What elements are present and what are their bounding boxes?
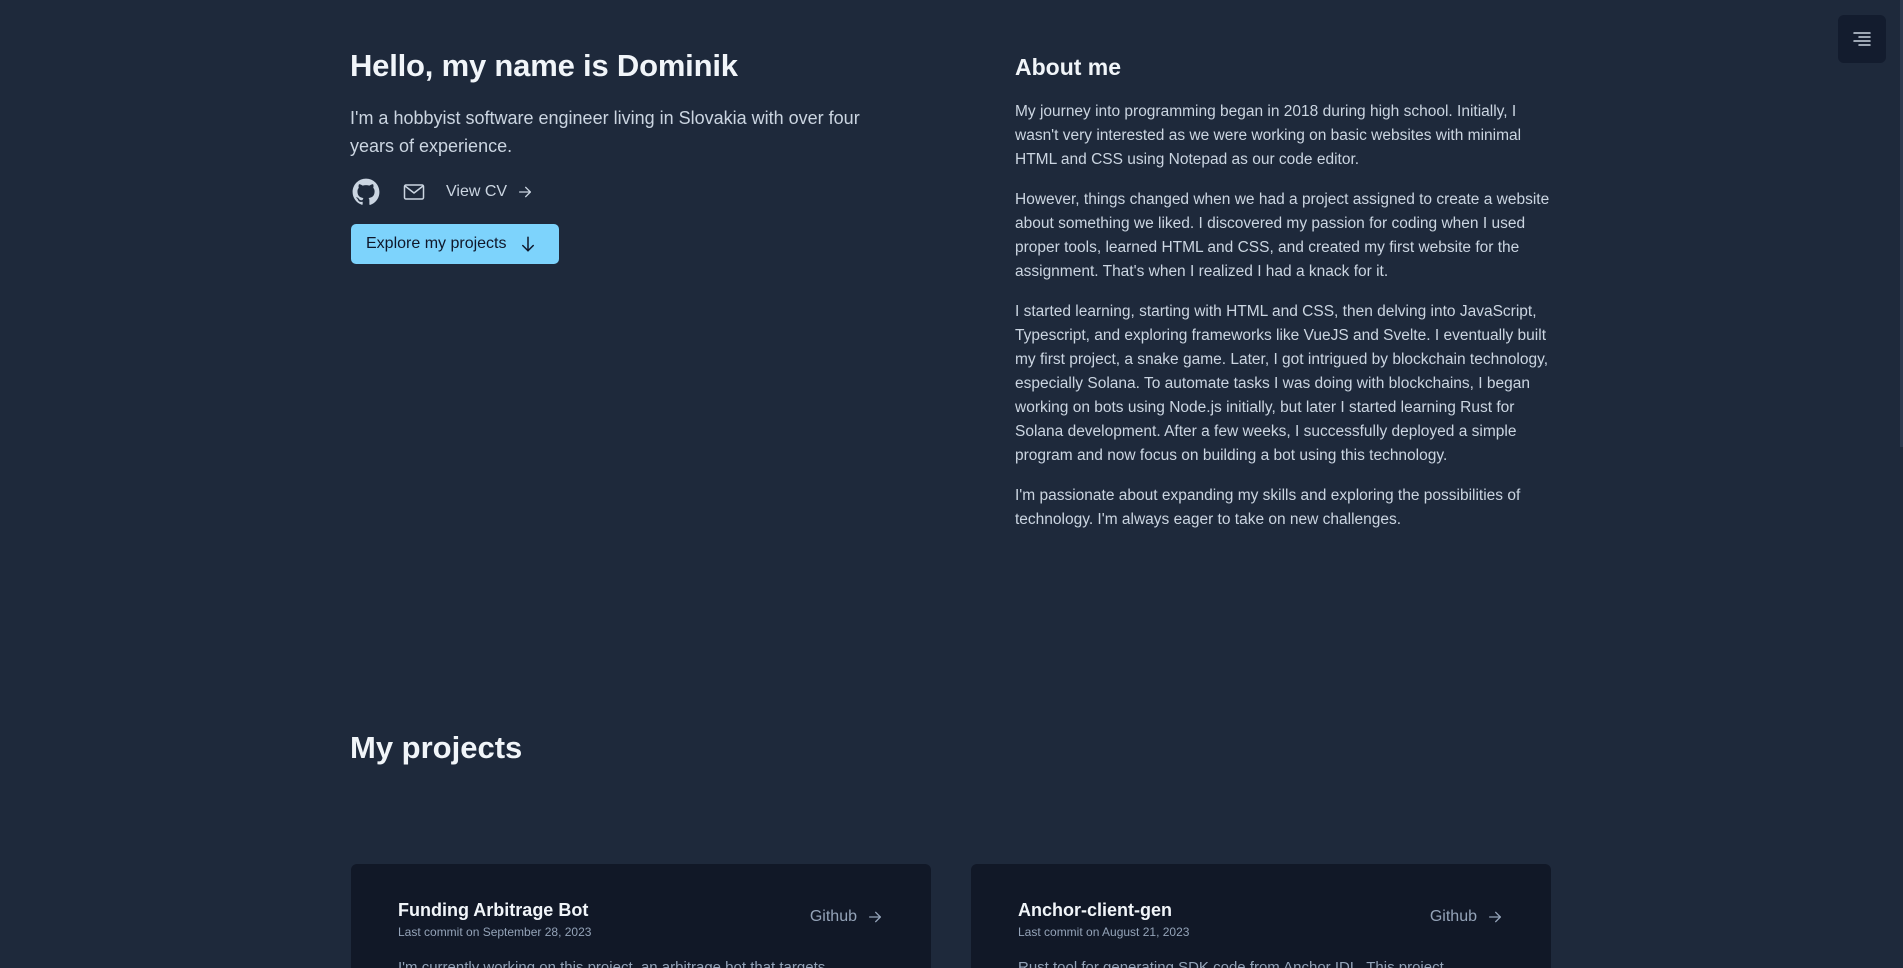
hero-description: I'm a hobbyist software engineer living … xyxy=(350,108,860,156)
project-description: Rust tool for generating SDK code from A… xyxy=(1018,959,1457,968)
view-cv-link[interactable]: View CV xyxy=(446,183,533,201)
page: Hello, my name is Dominik I'm a hobbyist… xyxy=(0,0,1903,968)
project-date: Last commit on August 21, 2023 xyxy=(1018,925,1190,939)
about-title: About me xyxy=(1015,54,1122,80)
explore-projects-button[interactable]: Explore my projects xyxy=(351,224,559,264)
project-title: Funding Arbitrage Bot xyxy=(398,900,589,920)
about-paragraph: My journey into programming began in 201… xyxy=(1015,103,1522,168)
arrow-right-icon xyxy=(519,186,532,198)
menu-button[interactable] xyxy=(1838,15,1886,63)
social-links: View CV xyxy=(352,178,533,206)
project-card: Funding Arbitrage Bot Last commit on Sep… xyxy=(351,864,931,968)
project-card: Anchor-client-gen Last commit on August … xyxy=(971,864,1551,968)
arrow-right-icon xyxy=(869,911,881,923)
projects-title: My projects xyxy=(350,730,523,765)
about-paragraph: I'm passionate about expanding my skills… xyxy=(1015,487,1521,528)
about-paragraph: I started learning, starting with HTML a… xyxy=(1015,303,1549,464)
github-link[interactable]: Github xyxy=(810,908,883,926)
github-link-label: Github xyxy=(809,908,857,925)
github-link[interactable] xyxy=(352,178,380,206)
project-title: Anchor-client-gen xyxy=(1018,900,1173,920)
view-cv-label: View CV xyxy=(446,183,508,200)
hero-title: Hello, my name is Dominik xyxy=(350,48,738,83)
about-body: My journey into programming began in 201… xyxy=(1015,100,1555,548)
menu-icon xyxy=(1853,32,1871,46)
github-link-label: Github xyxy=(1429,908,1477,925)
project-date: Last commit on September 28, 2023 xyxy=(398,925,592,939)
github-link[interactable]: Github xyxy=(1430,908,1503,926)
mail-icon xyxy=(403,184,425,200)
about-paragraph: However, things changed when we had a pr… xyxy=(1015,191,1550,280)
project-description: I'm currently working on this project, a… xyxy=(398,959,838,968)
email-link[interactable] xyxy=(402,180,426,204)
arrow-right-icon xyxy=(1489,911,1501,923)
arrow-down-icon xyxy=(521,236,534,252)
github-icon xyxy=(352,178,380,205)
explore-projects-label: Explore my projects xyxy=(366,235,507,252)
